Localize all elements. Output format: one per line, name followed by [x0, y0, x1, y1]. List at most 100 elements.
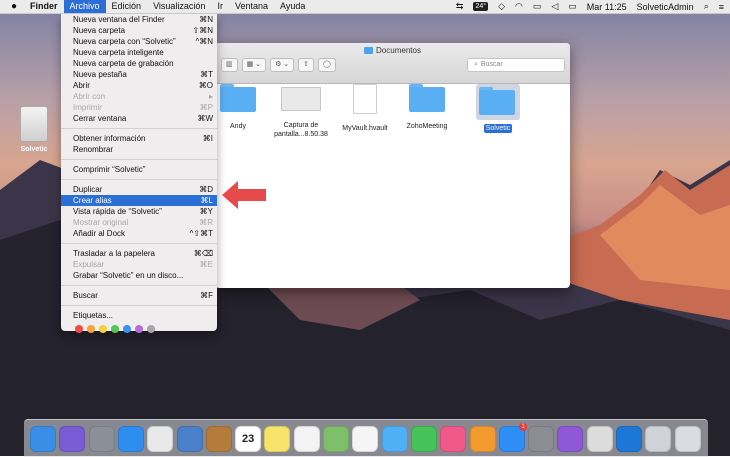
folder-title-icon [364, 47, 374, 54]
menu-separator [61, 285, 217, 286]
reminders-icon[interactable] [293, 426, 320, 452]
user-name[interactable]: SolveticAdmin [637, 2, 694, 12]
folder-icon [476, 84, 520, 120]
trash-icon[interactable] [674, 426, 701, 452]
temperature-badge[interactable]: 24° [473, 2, 489, 11]
app-store-icon[interactable]: 1 [498, 423, 527, 452]
volume-icon[interactable]: ◁ [551, 1, 558, 12]
downloads-icon[interactable] [645, 426, 672, 452]
menu-ventana[interactable]: Ventana [229, 0, 274, 13]
menu-item-nueva-carpeta[interactable]: Nueva carpeta ⇧⌘N [61, 25, 217, 36]
notes-icon[interactable] [264, 426, 291, 452]
spotlight-icon[interactable]: ⌕ [704, 1, 709, 12]
menu-item-buscar[interactable]: Buscar ⌘F [61, 290, 217, 301]
action-gear-button[interactable]: ⚙ ⌄ [270, 58, 295, 72]
search-field[interactable]: ⌕ Buscar [467, 58, 565, 72]
finder-icon[interactable] [30, 426, 56, 452]
view-gallery-button[interactable]: ▦ ⌄ [241, 58, 267, 72]
menu-archivo[interactable]: Archivo [63, 0, 106, 13]
photos-icon[interactable] [352, 426, 379, 452]
tag-color-1[interactable] [87, 325, 95, 333]
folder-icon [220, 84, 256, 112]
system-preferences-icon[interactable] [528, 426, 555, 452]
menu-item-grabar-disco[interactable]: Grabar “Solvetic” en un disco... [61, 270, 217, 281]
folder-icon [409, 84, 445, 112]
tag-color-0[interactable] [75, 325, 83, 333]
menu-item-carpeta-inteligente[interactable]: Nueva carpeta inteligente [61, 47, 217, 58]
file-captura[interactable]: Captura de pantalla...8.50.38 [269, 84, 333, 139]
menu-finder[interactable]: Finder [22, 0, 64, 13]
menu-separator [61, 305, 217, 306]
menu-edicion[interactable]: Edición [106, 0, 148, 13]
tag-color-4[interactable] [123, 325, 131, 333]
teamviewer-status-icon[interactable]: ⇆ [456, 1, 464, 12]
tag-color-2[interactable] [99, 325, 107, 333]
menu-visualizacion[interactable]: Visualización [147, 0, 211, 13]
notification-center-icon[interactable]: ≡ [719, 2, 724, 12]
maps-icon[interactable] [323, 426, 349, 452]
menu-item-obtener-info[interactable]: Obtener información ⌘I [61, 133, 217, 144]
document-icon [353, 84, 377, 114]
dock: 23 1 [24, 419, 708, 457]
share-button[interactable]: ⇧ [298, 58, 315, 72]
menu-item-comprimir[interactable]: Comprimir “Solvetic” [61, 164, 217, 175]
apple-icon[interactable]: ● [6, 1, 22, 12]
teamviewer-icon[interactable] [616, 426, 642, 452]
facetime-icon[interactable] [410, 426, 437, 452]
menu-separator [61, 159, 217, 160]
menu-item-abrir-con: Abrir con ▸ [73, 92, 213, 101]
itunes-icon[interactable] [440, 426, 467, 452]
menu-separator [61, 179, 217, 180]
preview-icon[interactable] [176, 426, 203, 452]
menu-item-nueva-carpeta-con[interactable]: Nueva carpeta con “Solvetic” ^⌘N [61, 36, 217, 47]
tags-button[interactable]: ◯ [318, 58, 336, 72]
file-zohomeeting[interactable]: ZohoMeeting [395, 84, 459, 131]
file-solvetic-selected[interactable]: Solvetic [466, 84, 530, 133]
menu-separator [61, 128, 217, 129]
airplay-icon[interactable]: ▭ [533, 1, 542, 12]
dropbox-icon[interactable]: ◇ [498, 1, 505, 12]
launchpad-icon[interactable] [88, 426, 115, 452]
calendar-day: 23 [241, 433, 255, 445]
wifi-icon[interactable]: ◠ [515, 1, 523, 12]
view-columns-button[interactable]: ▥ [221, 58, 238, 72]
siri-icon[interactable] [59, 426, 86, 452]
menu-item-nueva-pestana[interactable]: Nueva pestaña ⌘T [61, 69, 217, 80]
chrome-icon[interactable] [147, 426, 174, 452]
calendar-icon[interactable]: 23 [235, 426, 262, 452]
window-title: Documentos [215, 46, 570, 55]
file-label: Captura de pantalla...8.50.38 [274, 122, 328, 138]
ibooks-icon[interactable] [469, 426, 496, 452]
menu-item-cerrar-ventana[interactable]: Cerrar ventana ⌘W [61, 113, 217, 124]
app-store-badge: 1 [519, 423, 527, 431]
menu-item-trasladar-papelera[interactable]: Trasladar a la papelera ⌘⌫ [61, 248, 217, 259]
menu-item-abrir[interactable]: Abrir ⌘O [61, 80, 217, 91]
tag-color-6[interactable] [147, 325, 155, 333]
menu-ir[interactable]: Ir [211, 0, 229, 13]
menu-item-duplicar[interactable]: Duplicar ⌘D [61, 184, 217, 195]
toolbar-buttons: ▥ ▦ ⌄ ⚙ ⌄ ⇧ ◯ [221, 58, 336, 72]
clock[interactable]: Mar 11:25 [587, 2, 627, 12]
menu-item-crear-alias[interactable]: Crear alias ⌘L [61, 195, 217, 206]
safari-icon[interactable] [117, 426, 144, 452]
messages-icon[interactable] [381, 426, 408, 452]
menu-item-anadir-dock[interactable]: Añadir al Dock ^⇧⌘T [61, 228, 217, 239]
menu-item-nueva-ventana[interactable]: Nueva ventana del Finder ⌘N [61, 14, 217, 25]
desktop-drive[interactable]: Solvetic [14, 106, 54, 153]
file-myvault[interactable]: MyVault.hvault [333, 84, 397, 133]
tag-color-3[interactable] [111, 325, 119, 333]
archive-icon[interactable] [586, 426, 613, 452]
feedback-icon[interactable] [557, 426, 584, 452]
menu-bar: ● Finder Archivo Edición Visualización I… [0, 0, 730, 14]
menu-item-renombrar[interactable]: Renombrar [61, 144, 217, 155]
menu-item-vista-rapida[interactable]: Vista rápida de “Solvetic” ⌘Y [61, 206, 217, 217]
battery-icon[interactable]: ▭ [568, 1, 577, 12]
file-andy[interactable]: Andy [215, 84, 270, 131]
notes-book-icon[interactable] [205, 426, 232, 452]
menu-item-carpeta-grabacion[interactable]: Nueva carpeta de grabación [61, 58, 217, 69]
tag-color-5[interactable] [135, 325, 143, 333]
file-label: ZohoMeeting [406, 123, 448, 130]
file-label: Andy [230, 123, 246, 130]
menu-ayuda[interactable]: Ayuda [274, 0, 311, 13]
menu-item-etiquetas[interactable]: Etiquetas... [61, 310, 217, 321]
